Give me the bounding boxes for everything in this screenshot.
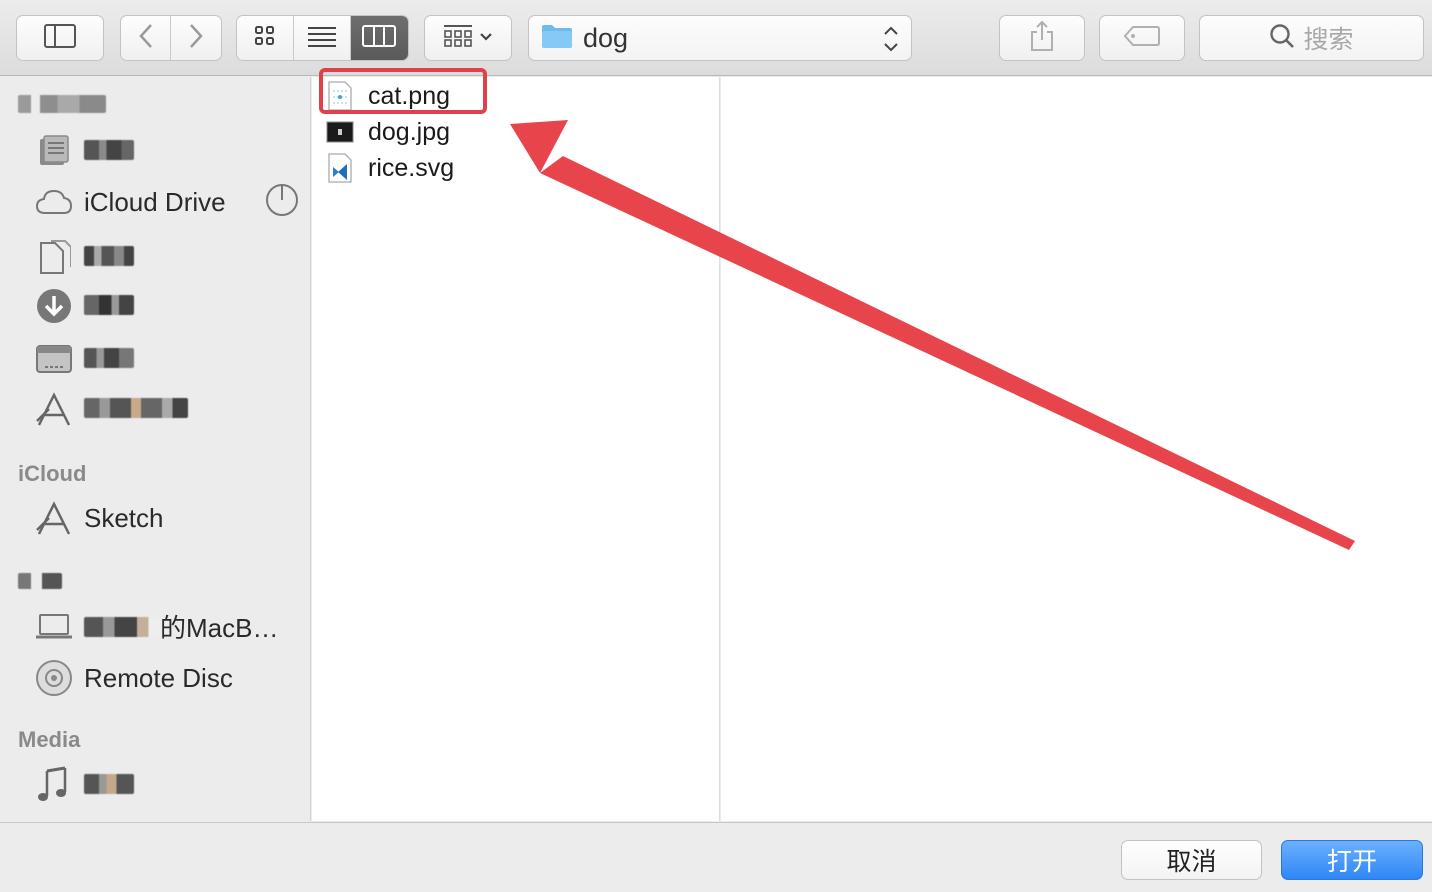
file-name: dog.jpg	[368, 117, 451, 146]
tag-button[interactable]	[1099, 15, 1185, 61]
sidebar-item-label: 的MacB…	[160, 612, 279, 643]
sidebar-section-media: Media	[18, 727, 81, 752]
sidebar-item-remote-disc[interactable]: Remote Disc	[34, 658, 299, 698]
sidebar-section-devices	[18, 569, 62, 595]
sidebar-item-label: Remote Disc	[84, 662, 233, 693]
applications-icon	[34, 389, 74, 429]
preview-column	[721, 77, 1432, 821]
search-icon	[1269, 23, 1295, 54]
list-view-button[interactable]	[294, 16, 351, 60]
chevron-right-icon	[189, 23, 203, 54]
columns-icon	[362, 24, 397, 52]
grid-icon	[254, 25, 276, 52]
updown-chevron-icon	[883, 24, 899, 59]
cloud-icon	[34, 182, 74, 222]
cancel-button[interactable]: 取消	[1121, 840, 1262, 880]
folder-icon	[541, 23, 573, 54]
blurred-text	[84, 347, 134, 368]
blurred-text	[84, 139, 134, 160]
blurred-text	[84, 294, 134, 315]
music-note-icon	[34, 765, 74, 805]
jpg-file-icon	[326, 117, 354, 147]
view-mode-control	[236, 15, 409, 61]
blurred-text	[84, 773, 134, 794]
chevron-left-icon	[138, 23, 153, 54]
sidebar-item-music[interactable]	[34, 765, 299, 805]
document-icon	[34, 237, 74, 277]
open-button[interactable]: 打开	[1281, 840, 1423, 880]
sidebar: iCloud Drive iCloud Sketch 的MacB… Remote…	[0, 77, 311, 821]
arrange-button[interactable]	[424, 15, 512, 61]
back-forward-control	[120, 15, 222, 61]
share-icon	[1029, 20, 1055, 57]
blurred-text	[84, 397, 188, 418]
sidebar-item-sketch[interactable]: Sketch	[34, 498, 299, 538]
sidebar-item-blurred-1[interactable]	[34, 237, 299, 277]
toolbar: dog 搜索	[0, 0, 1432, 76]
sidebar-item-label: Sketch	[84, 502, 164, 533]
sidebar-item-downloads[interactable]	[34, 286, 299, 326]
svg-file-icon	[326, 153, 354, 183]
sidebar-item-applications[interactable]	[34, 389, 299, 429]
search-field[interactable]: 搜索	[1199, 15, 1424, 61]
icon-view-button[interactable]	[237, 16, 295, 60]
sidebar-section-favorites	[18, 93, 106, 119]
file-item-dog[interactable]: dog.jpg	[326, 115, 450, 149]
blurred-text	[84, 245, 134, 266]
share-button[interactable]	[999, 15, 1085, 61]
sidebar-icon	[44, 23, 76, 53]
column-view-button[interactable]	[350, 16, 408, 60]
sidebar-item-label: iCloud Drive	[84, 186, 226, 217]
file-name: rice.svg	[368, 153, 455, 182]
file-column: cat.png dog.jpg rice.svg	[312, 77, 720, 821]
sidebar-toggle-button[interactable]	[16, 15, 104, 61]
icloud-progress-icon	[265, 183, 299, 222]
path-popup[interactable]: dog	[528, 15, 912, 61]
list-icon	[307, 25, 337, 52]
tag-icon	[1123, 25, 1161, 52]
sketch-app-icon	[34, 498, 74, 538]
sidebar-item-desktop[interactable]	[34, 339, 299, 379]
path-label: dog	[583, 22, 629, 53]
blurred-text	[18, 95, 106, 113]
chevron-down-icon	[479, 29, 493, 47]
annotation-highlight-box	[319, 68, 487, 114]
file-item-rice[interactable]: rice.svg	[326, 151, 454, 185]
sidebar-item-documents[interactable]	[34, 131, 299, 171]
documents-icon	[34, 131, 74, 171]
sidebar-section-icloud: iCloud	[18, 461, 87, 486]
sidebar-item-icloud-drive[interactable]: iCloud Drive	[34, 182, 299, 222]
arrange-grid-icon	[443, 24, 473, 53]
laptop-icon	[34, 606, 74, 646]
download-icon	[34, 286, 74, 326]
blurred-text	[18, 573, 62, 589]
desktop-icon	[34, 339, 74, 379]
bottom-bar: 取消 打开	[0, 822, 1432, 892]
sidebar-item-macbook[interactable]: 的MacB…	[34, 606, 299, 646]
disc-icon	[34, 658, 74, 698]
blurred-text	[84, 616, 160, 637]
forward-button[interactable]	[171, 16, 221, 60]
search-placeholder: 搜索	[1303, 26, 1354, 54]
back-button[interactable]	[121, 16, 172, 60]
